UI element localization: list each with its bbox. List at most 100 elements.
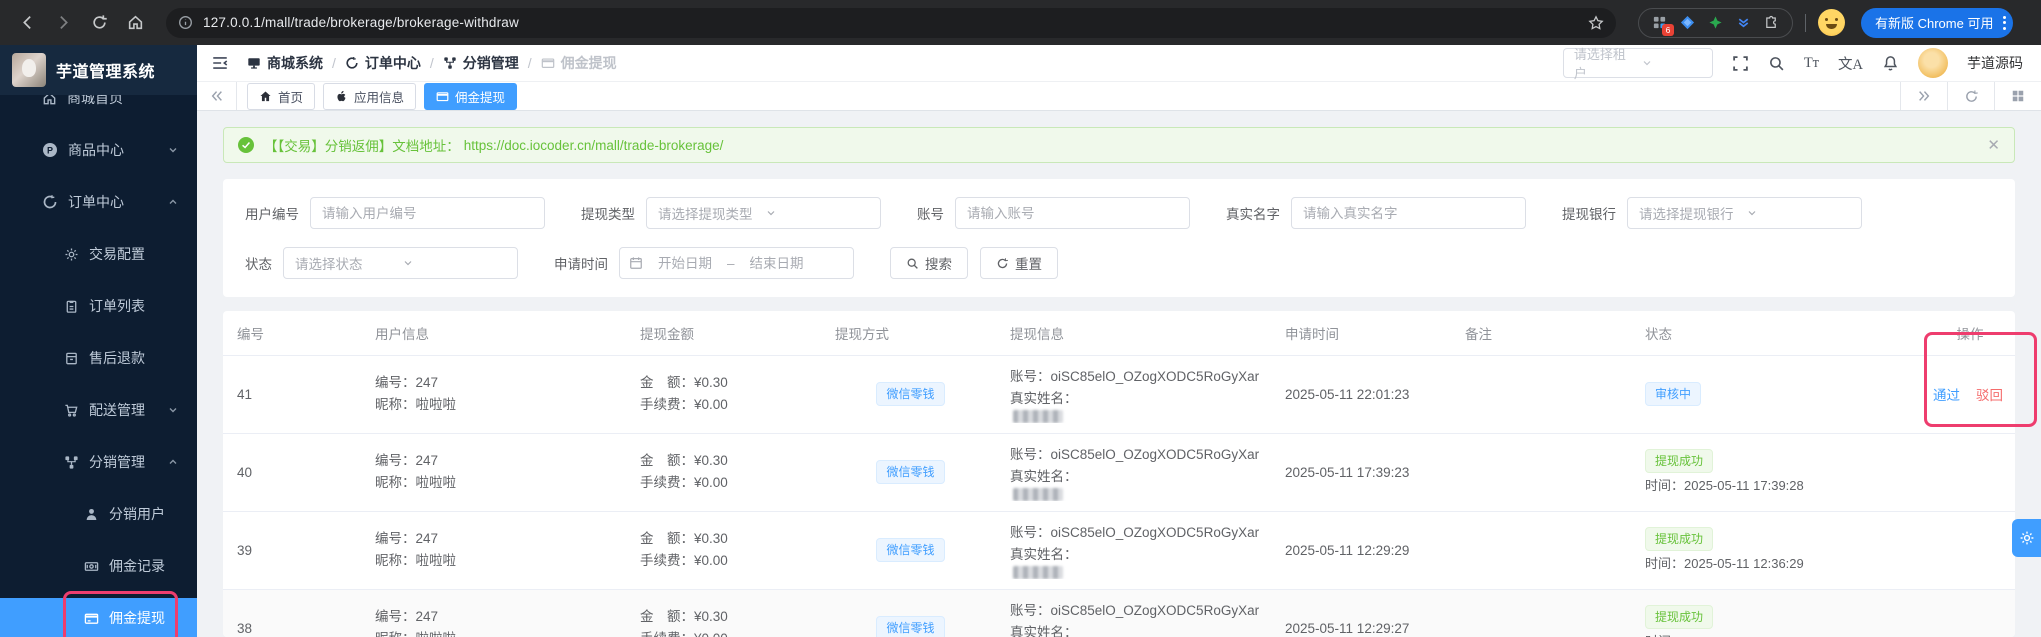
credit-card-icon: [84, 611, 99, 626]
home-icon[interactable]: [120, 8, 150, 38]
apply-time-range-picker[interactable]: –: [619, 247, 854, 279]
sidebar-item-brokerage-record[interactable]: 佣金记录: [0, 546, 197, 586]
reject-link[interactable]: 驳回: [1976, 388, 2003, 403]
account-input[interactable]: [955, 197, 1190, 229]
puzzle-icon[interactable]: [1764, 15, 1779, 30]
site-info-icon[interactable]: [178, 15, 193, 30]
filter-label-apply-time: 申请时间: [554, 257, 608, 272]
browser-profile-avatar[interactable]: [1818, 9, 1845, 36]
tabs-scroll-left-icon[interactable]: [197, 82, 237, 110]
approve-link[interactable]: 通过: [1933, 388, 1960, 403]
theme-settings-button[interactable]: [2012, 519, 2041, 557]
bookmark-star-icon[interactable]: [1588, 14, 1604, 31]
svg-text:P: P: [47, 145, 53, 155]
sidebar-item-brokerage-withdraw[interactable]: 佣金提现: [0, 598, 197, 637]
user-id-input[interactable]: [310, 197, 545, 229]
real-name-input[interactable]: [1291, 197, 1526, 229]
sidebar-item-brokerage[interactable]: 分销管理: [0, 442, 197, 482]
reload-icon[interactable]: [84, 8, 114, 38]
url-text[interactable]: 127.0.0.1/mall/trade/brokerage/brokerage…: [203, 15, 1588, 30]
breadcrumb-item-shop[interactable]: 商城系统: [247, 53, 323, 73]
doc-link[interactable]: https://doc.iocoder.cn/mall/trade-broker…: [464, 138, 724, 153]
back-icon[interactable]: [12, 8, 42, 38]
sidebar-item-trade-config[interactable]: 交易配置: [0, 234, 197, 274]
extension-chevrons-icon[interactable]: [1736, 15, 1751, 30]
table-header-row: 编号 用户信息 提现金额 提现方式 提现信息 申请时间 备注 状态 操作: [223, 311, 2015, 356]
fullscreen-icon[interactable]: [1732, 55, 1749, 72]
user-icon: [84, 507, 99, 522]
refresh-page-icon[interactable]: [1947, 82, 1994, 110]
chevron-up-icon: [167, 196, 179, 208]
withdraw-type-select[interactable]: 请选择提现类型: [646, 197, 881, 229]
sidebar-item-delivery[interactable]: 配送管理: [0, 390, 197, 430]
extension-diamond-icon[interactable]: [1680, 15, 1695, 30]
user-name[interactable]: 芋道源码: [1967, 53, 2023, 73]
method-tag: 微信零钱: [876, 616, 945, 637]
col-user-info: 用户信息: [365, 311, 630, 356]
method-tag: 微信零钱: [876, 538, 945, 562]
sidebar-menu: 商城首页 P 商品中心 订单中心 交易配置 订单列表 售后退款 配送管理 分销管…: [0, 95, 197, 637]
status-select[interactable]: 请选择状态: [283, 247, 518, 279]
doc-alert: 【【交易】分销返佣】文档地址： https://doc.iocoder.cn/m…: [223, 127, 2015, 163]
user-avatar[interactable]: [1918, 48, 1948, 79]
sidebar-item-order-center[interactable]: 订单中心: [0, 182, 197, 222]
status-badge: 提现成功: [1645, 605, 1714, 629]
order-circle-icon: [345, 56, 359, 70]
search-icon[interactable]: [1768, 55, 1785, 72]
tab-brokerage-withdraw[interactable]: 佣金提现: [424, 82, 518, 110]
censored-name: [1013, 565, 1063, 579]
search-filter-panel: 用户编号 提现类型 请选择提现类型 账号: [223, 179, 2015, 297]
browser-toolbar: 127.0.0.1/mall/trade/brokerage/brokerage…: [0, 0, 2041, 45]
tabs-scroll-right-icon[interactable]: [1900, 82, 1947, 110]
reset-button[interactable]: 重置: [980, 247, 1058, 279]
sidebar-item-refund[interactable]: 售后退款: [0, 338, 197, 378]
sidebar-item-order-list[interactable]: 订单列表: [0, 286, 197, 326]
calendar-icon: [629, 256, 643, 270]
shop-icon: [247, 56, 261, 70]
app-title: 芋道管理系统: [56, 64, 156, 81]
method-tag: 微信零钱: [876, 460, 945, 484]
address-bar[interactable]: 127.0.0.1/mall/trade/brokerage/brokerage…: [166, 7, 1616, 38]
breadcrumb-item-order[interactable]: 订单中心: [345, 53, 421, 73]
bell-icon[interactable]: [1882, 55, 1899, 72]
chrome-update-button[interactable]: 有新版 Chrome 可用: [1861, 7, 2014, 38]
forward-icon[interactable]: [48, 8, 78, 38]
close-icon[interactable]: ✕: [1987, 136, 2000, 154]
withdraw-table: 编号 用户信息 提现金额 提现方式 提现信息 申请时间 备注 状态 操作 41 …: [223, 311, 2015, 637]
collapse-sidebar-icon[interactable]: [211, 54, 229, 72]
tab-home[interactable]: 首页: [247, 82, 316, 110]
tab-app-info[interactable]: 应用信息: [323, 82, 417, 110]
font-size-icon[interactable]: Tт: [1804, 55, 1819, 72]
col-status: 状态: [1635, 311, 1925, 356]
extension-grid-icon[interactable]: 6: [1652, 15, 1674, 36]
sidebar: 芋道管理系统 商城首页 P 商品中心 订单中心 交易配置 订单列表 售后退款 配…: [0, 45, 197, 637]
layout-grid-icon[interactable]: [1994, 82, 2041, 110]
order-circle-icon: [42, 194, 58, 210]
status-time: 时间：2025-05-11 17:39:28: [1645, 478, 1804, 493]
extensions-cluster: 6: [1638, 7, 1793, 38]
filter-label-status: 状态: [245, 257, 272, 272]
col-method: 提现方式: [825, 311, 1000, 356]
clipboard-icon: [64, 299, 79, 314]
breadcrumb-item-brokerage[interactable]: 分销管理: [443, 53, 519, 73]
table-row: 39 编号：247 昵称：啦啦啦 金 额：¥0.30 手续费：¥0.00 微信零钱 …: [223, 511, 2015, 590]
browser-menu-icon[interactable]: [2003, 15, 2007, 30]
tenant-select[interactable]: 请选择租户: [1562, 47, 1713, 81]
col-apply-time: 申请时间: [1275, 311, 1455, 356]
chevron-down-icon: [402, 257, 509, 269]
product-circle-icon: P: [42, 142, 58, 158]
search-button[interactable]: 搜索: [890, 247, 968, 279]
chevron-down-icon: [1746, 207, 1853, 219]
sidebar-item-brokerage-user[interactable]: 分销用户: [0, 494, 197, 534]
start-date-input[interactable]: [649, 255, 721, 271]
sidebar-item-product-center[interactable]: P 商品中心: [0, 130, 197, 170]
sidebar-item-mall-home[interactable]: 商城首页: [0, 95, 197, 118]
cart-icon: [64, 403, 79, 418]
filter-label-real-name: 真实名字: [1226, 207, 1280, 222]
translate-icon[interactable]: 文A: [1838, 53, 1863, 74]
extension-star-icon[interactable]: [1708, 15, 1723, 30]
status-time: 时间：2025-05-11 12:31:12: [1645, 633, 1921, 637]
date-range-separator: –: [727, 255, 735, 271]
end-date-input[interactable]: [740, 255, 813, 271]
bank-select[interactable]: 请选择提现银行: [1627, 197, 1862, 229]
